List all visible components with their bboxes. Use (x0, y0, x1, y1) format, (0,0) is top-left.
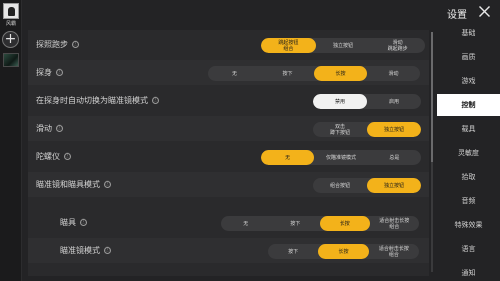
setting-row-slide: 滑动 ⓘ 双击 蹲下按钮 独立按钮 (28, 116, 429, 141)
segmented-control: 禁用 启用 (313, 94, 421, 109)
setting-row-scope-mode: 瞄准镜模式 ⓘ 按下 长按 适合射击长按 组合 (28, 238, 429, 263)
option-independent[interactable]: 独立按钮 (316, 38, 371, 53)
nav-item-effects[interactable]: 特殊效果 (437, 214, 500, 236)
info-icon[interactable]: ⓘ (152, 97, 159, 104)
setting-label: 瞄准镜和瞄具模式 ⓘ (36, 180, 111, 189)
option-hold[interactable]: 长按 (320, 216, 370, 231)
option-scope-only[interactable]: 仅瞄准镜模式 (314, 150, 367, 165)
option-press[interactable]: 按下 (261, 66, 314, 81)
nav-item-notification[interactable]: 通知 (437, 262, 500, 281)
info-icon[interactable]: ⓘ (104, 247, 111, 254)
close-icon[interactable] (478, 5, 491, 18)
scrollbar-thumb[interactable] (431, 32, 433, 162)
option-press[interactable]: 按下 (271, 216, 321, 231)
segmented-control: 无 仅瞄准镜模式 总是 (261, 150, 421, 165)
setting-row-scope-sight: 瞄准镜和瞄具模式 ⓘ 组合按钮 独立按钮 (28, 172, 429, 197)
setting-label: 瞄具 ⓘ (60, 218, 87, 227)
option-none[interactable]: 无 (261, 150, 315, 165)
nav-item-vehicle[interactable]: 载具 (437, 118, 500, 140)
setting-label: 瞄准镜模式 ⓘ (60, 246, 111, 255)
option-independent[interactable]: 独立按钮 (367, 178, 421, 193)
info-icon[interactable]: ⓘ (64, 153, 71, 160)
game-thumbnail[interactable] (3, 53, 19, 67)
option-independent[interactable]: 独立按钮 (367, 122, 421, 137)
nav-item-pickup[interactable]: 拾取 (437, 166, 500, 188)
info-icon[interactable]: ⓘ (56, 125, 63, 132)
segmented-control: 组合按钮 独立按钮 (313, 178, 421, 193)
setting-label: 探身 ⓘ (36, 68, 63, 77)
setting-label: 在探身时自动切换为瞄准镜模式 ⓘ (36, 96, 159, 105)
option-none[interactable]: 无 (221, 216, 271, 231)
segmented-control: 双击 蹲下按钮 独立按钮 (313, 122, 421, 137)
nav-item-control[interactable]: 控制 (437, 94, 500, 116)
setting-row-probe-run: 探照跑步 ⓘ 跳起按钮 组合 独立按钮 滑动 跳起跑步 (28, 32, 429, 57)
left-sidebar: 风霸 + (0, 0, 22, 281)
segmented-control: 无 按下 长按 适合射击长按 组合 (221, 216, 419, 231)
option-enable[interactable]: 启用 (367, 94, 421, 109)
option-jump-combo[interactable]: 跳起按钮 组合 (261, 38, 316, 53)
option-fire-hold-combo[interactable]: 适合射击长按 组合 (369, 244, 419, 259)
nav-item-graphics[interactable]: 画质 (437, 46, 500, 68)
setting-row-gyroscope: 陀螺仪 ⓘ 无 仅瞄准镜模式 总是 (28, 144, 429, 169)
option-combined[interactable]: 组合按钮 (313, 178, 367, 193)
option-hold[interactable]: 长按 (318, 244, 369, 259)
segmented-control: 按下 长按 适合射击长按 组合 (268, 244, 419, 259)
setting-row-auto-scope: 在探身时自动切换为瞄准镜模式 ⓘ 禁用 启用 (28, 88, 429, 113)
setting-row-sight: 瞄具 ⓘ 无 按下 长按 适合射击长按 组合 (28, 210, 429, 235)
setting-label: 陀螺仪 ⓘ (36, 152, 71, 161)
setting-row-lean: 探身 ⓘ 无 按下 长按 滑动 (28, 60, 429, 85)
option-always[interactable]: 总是 (368, 150, 421, 165)
option-double-crouch[interactable]: 双击 蹲下按钮 (313, 122, 367, 137)
segmented-control: 无 按下 长按 滑动 (208, 66, 420, 81)
setting-label: 滑动 ⓘ (36, 124, 63, 133)
option-none[interactable]: 无 (208, 66, 261, 81)
option-fire-hold-combo[interactable]: 适合射击长按 组合 (370, 216, 420, 231)
avatar[interactable] (3, 3, 19, 19)
setting-label: 探照跑步 ⓘ (36, 40, 79, 49)
avatar-name: 风霸 (5, 21, 16, 27)
nav-item-basic[interactable]: 基础 (437, 22, 500, 44)
option-press[interactable]: 按下 (268, 244, 318, 259)
info-icon[interactable]: ⓘ (80, 219, 87, 226)
nav-item-game[interactable]: 游戏 (437, 70, 500, 92)
option-disable[interactable]: 禁用 (313, 94, 367, 109)
nav-item-language[interactable]: 语言 (437, 238, 500, 260)
option-slide[interactable]: 滑动 跳起跑步 (370, 38, 425, 53)
info-icon[interactable]: ⓘ (56, 69, 63, 76)
info-icon[interactable]: ⓘ (72, 41, 79, 48)
nav-item-sensitivity[interactable]: 灵敏度 (437, 142, 500, 164)
settings-title: 设置 (447, 10, 467, 21)
add-button[interactable]: + (2, 31, 19, 48)
nav-item-audio[interactable]: 音频 (437, 190, 500, 212)
settings-panel: 探照跑步 ⓘ 跳起按钮 组合 独立按钮 滑动 跳起跑步 探身 ⓘ 无 按下 长按 滑… (28, 30, 429, 276)
option-hold[interactable]: 长按 (314, 66, 367, 81)
segmented-control: 跳起按钮 组合 独立按钮 滑动 跳起跑步 (261, 38, 425, 53)
option-slide[interactable]: 滑动 (367, 66, 420, 81)
info-icon[interactable]: ⓘ (104, 181, 111, 188)
